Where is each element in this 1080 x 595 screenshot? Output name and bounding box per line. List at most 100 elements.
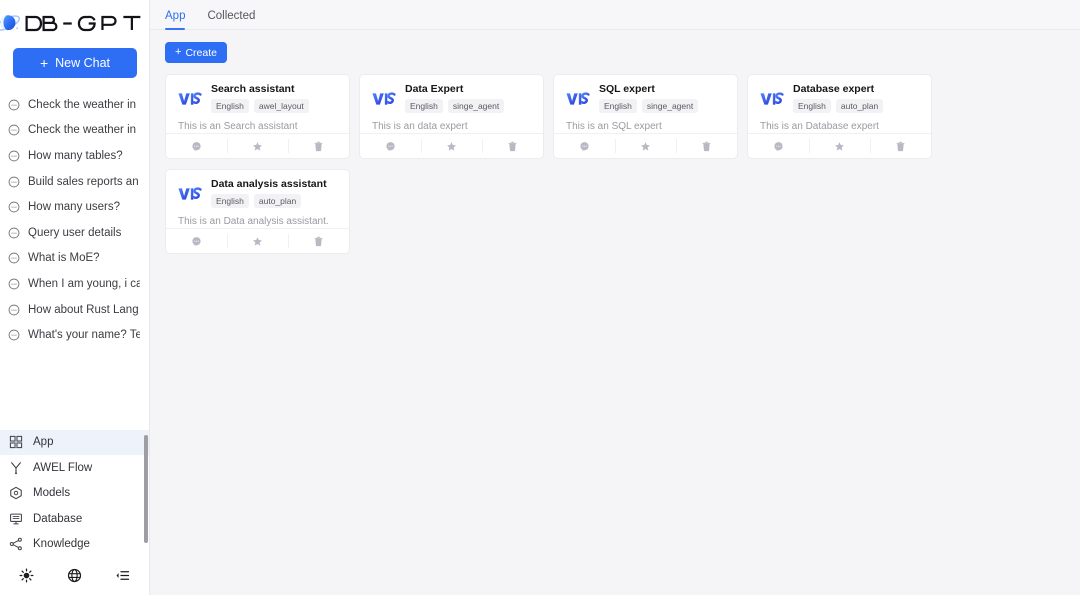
sidebar-item-awel-flow[interactable]: AWEL Flow [0, 455, 149, 481]
chat-history-item[interactable]: Check the weather in [0, 118, 149, 144]
card-delete-button[interactable] [482, 134, 543, 159]
chat-bubble-icon [8, 125, 20, 136]
app-card-tag: English [599, 99, 637, 113]
sun-theme-icon [19, 568, 34, 582]
plus-icon: + [39, 55, 49, 71]
chat-history-item[interactable]: What is MoE? [0, 246, 149, 272]
card-chat-button[interactable] [166, 229, 227, 254]
sidebar-item-label: AWEL Flow [33, 461, 93, 474]
star-icon [253, 236, 262, 246]
chat-history-item[interactable]: When I am young, i ca [0, 271, 149, 297]
card-chat-button[interactable] [554, 134, 615, 159]
tab-collected[interactable]: Collected [207, 10, 255, 29]
app-card[interactable]: Data analysis assistant English auto_plan… [165, 169, 350, 254]
app-card-meta: SQL expert English singe_agent [599, 83, 728, 113]
chat-history-item[interactable]: How many users? [0, 194, 149, 220]
app-card-header: Data analysis assistant English auto_plan [177, 178, 340, 208]
language-button[interactable] [50, 560, 98, 590]
app-card-grid: Search assistant English awel_layout This… [165, 74, 1080, 254]
vis-logo-icon [371, 92, 397, 107]
app-card-description: This is an Database expert [760, 121, 879, 132]
new-chat-container: + New Chat [0, 40, 149, 88]
trash-icon [314, 236, 323, 246]
sidebar: + New Chat Check the weather in Check th… [0, 0, 150, 595]
card-chat-button[interactable] [748, 134, 809, 159]
sidebar-item-app[interactable]: App [0, 429, 149, 455]
chat-history-item[interactable]: Build sales reports an [0, 169, 149, 195]
app-card-footer [748, 133, 931, 158]
card-chat-button[interactable] [166, 134, 227, 159]
card-chat-button[interactable] [360, 134, 421, 159]
chat-history-item-label: Build sales reports an [28, 175, 139, 188]
app-card[interactable]: Data Expert English singe_agent This is a… [359, 74, 544, 159]
trash-icon [896, 141, 905, 151]
card-favorite-button[interactable] [615, 134, 676, 159]
app-card[interactable]: SQL expert English singe_agent This is an… [553, 74, 738, 159]
card-favorite-button[interactable] [809, 134, 870, 159]
tab-app[interactable]: App [165, 10, 186, 30]
app-card-tag: auto_plan [835, 99, 884, 113]
globe-language-icon [67, 568, 82, 582]
chat-bubble-icon [8, 150, 20, 162]
card-favorite-button[interactable] [421, 134, 482, 159]
chat-bubble-filled-icon [192, 141, 201, 151]
sidebar-item-label: App [33, 436, 54, 449]
model-globe-icon [10, 487, 22, 500]
chat-bubble-icon [8, 176, 20, 187]
new-chat-button[interactable]: + New Chat [13, 48, 137, 78]
app-card-body: Data analysis assistant English auto_plan… [166, 170, 349, 228]
chat-history-item[interactable]: Check the weather in [0, 92, 149, 118]
chat-history-item[interactable]: What's your name? Te [0, 322, 149, 348]
new-chat-label: New Chat [55, 56, 111, 70]
sidebar-nav: App AWEL Flow Models Database Knowledge [0, 429, 149, 560]
app-card[interactable]: Database expert English auto_plan This is… [747, 74, 932, 159]
app-card-description: This is an Data analysis assistant. [178, 216, 329, 227]
app-card[interactable]: Search assistant English awel_layout This… [165, 74, 350, 159]
app-card-header: Database expert English auto_plan [759, 83, 922, 113]
star-icon [253, 141, 262, 151]
database-monitor-icon [10, 513, 22, 525]
vis-logo-icon [177, 92, 203, 107]
chat-history-item-label: How many tables? [28, 149, 123, 162]
chat-bubble-icon [8, 304, 20, 315]
sidebar-item-label: Database [33, 512, 83, 525]
app-card-body: Data Expert English singe_agent This is a… [360, 75, 543, 133]
sidebar-item-database[interactable]: Database [0, 506, 149, 532]
card-favorite-button[interactable] [227, 229, 288, 254]
card-delete-button[interactable] [288, 134, 349, 159]
app-card-tag: singe_agent [641, 99, 699, 113]
app-card-tags: English singe_agent [405, 99, 534, 113]
card-delete-button[interactable] [288, 229, 349, 254]
chat-history-item-label: Check the weather in [28, 98, 137, 111]
chat-bubble-icon [8, 329, 20, 341]
vis-logo-icon [177, 187, 203, 202]
card-delete-button[interactable] [676, 134, 737, 159]
brand-logo[interactable] [0, 0, 149, 40]
theme-toggle-button[interactable] [2, 560, 50, 590]
chat-bubble-icon [8, 201, 20, 213]
tab-bar: App Collected [150, 0, 1080, 30]
sidebar-scrollbar[interactable] [144, 434, 148, 543]
collapse-sidebar-button[interactable] [99, 560, 147, 590]
create-button[interactable]: + Create [165, 42, 227, 63]
chat-history-item-label: Query user details [28, 226, 122, 239]
app-card-body: SQL expert English singe_agent This is an… [554, 75, 737, 133]
app-card-header: Data Expert English singe_agent [371, 83, 534, 113]
chat-bubble-filled-icon [580, 141, 589, 151]
chat-history-list[interactable]: Check the weather in Check the weather i… [0, 88, 149, 430]
collapse-sidebar-icon [116, 570, 130, 580]
chat-history-item-label: What's your name? Te [28, 329, 140, 342]
app-card-footer [360, 133, 543, 158]
trash-icon [508, 141, 517, 151]
sidebar-item-knowledge[interactable]: Knowledge [0, 532, 149, 558]
card-delete-button[interactable] [870, 134, 931, 159]
sidebar-item-models[interactable]: Models [0, 481, 149, 507]
trash-icon [702, 141, 711, 151]
app-card-description: This is an data expert [372, 121, 468, 132]
chat-history-item[interactable]: Query user details [0, 220, 149, 246]
chat-history-item[interactable]: How about Rust Lang [0, 297, 149, 323]
card-favorite-button[interactable] [227, 134, 288, 159]
app-card-tag: English [211, 194, 249, 208]
flow-branch-icon [11, 461, 21, 474]
chat-history-item[interactable]: How many tables? [0, 143, 149, 169]
